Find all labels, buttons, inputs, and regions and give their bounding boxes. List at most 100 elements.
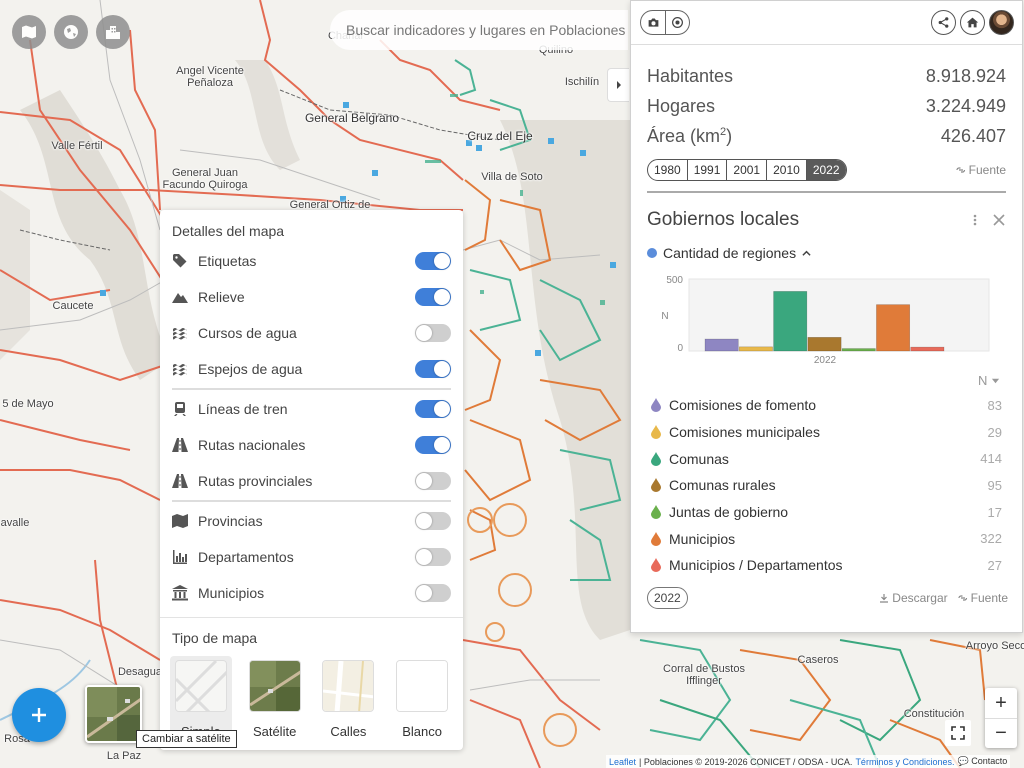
map-place-label: 5 de Mayo — [2, 398, 54, 410]
globe-button[interactable] — [54, 15, 88, 49]
stat-label: Área (km2) — [647, 126, 732, 147]
map-type-title: Tipo de mapa — [160, 617, 463, 646]
year-option[interactable]: 1991 — [686, 160, 727, 180]
zoom-control: + − — [985, 688, 1017, 748]
map-layers-button[interactable] — [12, 15, 46, 49]
list-item[interactable]: Comunas 414 — [651, 445, 1002, 472]
download-link[interactable]: Descargar — [879, 590, 948, 605]
n-column-sort[interactable]: N — [631, 373, 1022, 388]
map-place-label: Corral de Bustos Ifflinger — [663, 663, 745, 687]
detail-toggle[interactable] — [415, 360, 451, 378]
list-item[interactable]: Comisiones de fomento 83 — [651, 392, 1002, 419]
target-icon — [672, 17, 683, 28]
metric-selector[interactable]: Cantidad de regiones — [631, 245, 1022, 261]
map-details-panel: Detalles del mapa Etiquetas Relieve Cursos… — [160, 210, 463, 750]
target-button[interactable] — [665, 11, 689, 34]
list-item-label: Municipios — [669, 530, 736, 547]
bar-chart-icon — [173, 550, 187, 564]
map-place-label: La Paz — [106, 750, 142, 762]
chart-svg: 500 0 N 2022 — [661, 275, 990, 366]
stats-section: Habitantes 8.918.924 Hogares 3.224.949 Á… — [631, 45, 1022, 181]
building-icon — [172, 585, 188, 601]
map-type-option[interactable]: Satélite — [244, 656, 306, 742]
detail-toggle[interactable] — [415, 472, 451, 490]
leaflet-link[interactable]: Leaflet — [609, 757, 636, 767]
city-button[interactable] — [96, 15, 130, 49]
list-item-label: Comunas rurales — [669, 477, 776, 494]
fullscreen-icon — [951, 726, 965, 740]
detail-toggle[interactable] — [415, 288, 451, 306]
download-icon — [880, 593, 889, 603]
map-type-thumbnail — [174, 660, 227, 712]
map-type-label: Calles — [330, 724, 367, 739]
zoom-out-button[interactable]: − — [985, 718, 1017, 748]
satellite-thumbnail — [87, 687, 140, 741]
detail-toggle[interactable] — [415, 252, 451, 270]
fuente-link[interactable]: Fuente — [958, 591, 1008, 605]
home-button[interactable] — [960, 10, 985, 35]
list-item-label: Juntas de gobierno — [669, 504, 789, 521]
map-icon — [172, 514, 188, 528]
share-button[interactable] — [931, 10, 956, 35]
more-options-icon[interactable] — [968, 213, 982, 227]
contact-link[interactable]: 💬 Contacto — [957, 756, 1007, 767]
n-header-label: N — [977, 373, 988, 388]
map-layers-icon — [22, 25, 36, 39]
year-pill[interactable]: 2022 — [647, 586, 688, 609]
zoom-in-button[interactable]: + — [985, 688, 1017, 718]
detail-option-label: Rutas provinciales — [198, 473, 313, 489]
year-option[interactable]: 2001 — [726, 160, 766, 180]
list-item[interactable]: Municipios / Departamentos 27 — [651, 552, 1002, 579]
list-item-label: Comunas — [669, 450, 729, 467]
section-title: Gobiernos locales — [647, 209, 800, 230]
user-avatar[interactable] — [989, 10, 1014, 35]
map-type-option[interactable]: Blanco — [391, 656, 453, 742]
camera-button[interactable] — [641, 11, 665, 34]
y-axis-label: N — [661, 311, 668, 322]
detail-toggle[interactable] — [415, 584, 451, 602]
close-icon[interactable] — [992, 213, 1006, 227]
list-item[interactable]: Juntas de gobierno 17 — [651, 499, 1002, 526]
list-item[interactable]: Municipios 322 — [651, 525, 1002, 552]
chart-bar — [773, 291, 808, 352]
satellite-toggle-button[interactable] — [85, 685, 142, 743]
list-item[interactable]: Comisiones municipales 29 — [651, 419, 1002, 446]
collapse-panel-button[interactable] — [607, 68, 629, 102]
detail-toggle[interactable] — [415, 400, 451, 418]
fullscreen-button[interactable] — [945, 720, 971, 746]
year-option[interactable]: 1980 — [648, 160, 687, 180]
detail-toggle[interactable] — [415, 324, 451, 342]
y-tick-label: 500 — [666, 275, 683, 286]
add-button[interactable] — [12, 688, 66, 742]
detail-option-label: Departamentos — [198, 549, 294, 565]
drop-marker-icon — [651, 478, 661, 493]
fuente-link[interactable]: Fuente — [956, 163, 1006, 177]
search-bar[interactable] — [330, 10, 628, 50]
chart-bar — [704, 338, 739, 352]
plus-icon — [32, 708, 46, 722]
camera-icon — [648, 18, 658, 27]
list-item-count: 414 — [980, 451, 1002, 467]
map-type-option[interactable]: Calles — [318, 656, 380, 742]
area-label-text: Área (km — [647, 125, 721, 146]
road-icon — [172, 438, 188, 452]
list-item[interactable]: Comunas rurales 95 — [651, 472, 1002, 499]
map-place-label: General Juan Facundo Quiroga — [162, 167, 248, 191]
download-label: Descargar — [892, 590, 948, 605]
year-option[interactable]: 2010 — [766, 160, 806, 180]
road-icon — [172, 474, 188, 488]
chevron-right-icon — [616, 81, 621, 89]
search-input[interactable] — [346, 22, 628, 38]
terms-link[interactable]: Términos y Condiciones. — [855, 757, 954, 767]
year-option[interactable]: 2022 — [805, 160, 846, 180]
stat-value: 426.407 — [940, 125, 1006, 146]
map-type-label: Blanco — [402, 724, 442, 739]
map-place-label: Arroyo Seco — [965, 640, 1024, 652]
detail-option: Municipios — [172, 575, 451, 611]
detail-toggle[interactable] — [415, 436, 451, 454]
map-type-label: Satélite — [252, 724, 297, 739]
drop-marker-icon — [651, 398, 661, 413]
detail-toggle[interactable] — [415, 512, 451, 530]
detail-toggle[interactable] — [415, 548, 451, 566]
map-place-label: Caucete — [52, 300, 94, 312]
